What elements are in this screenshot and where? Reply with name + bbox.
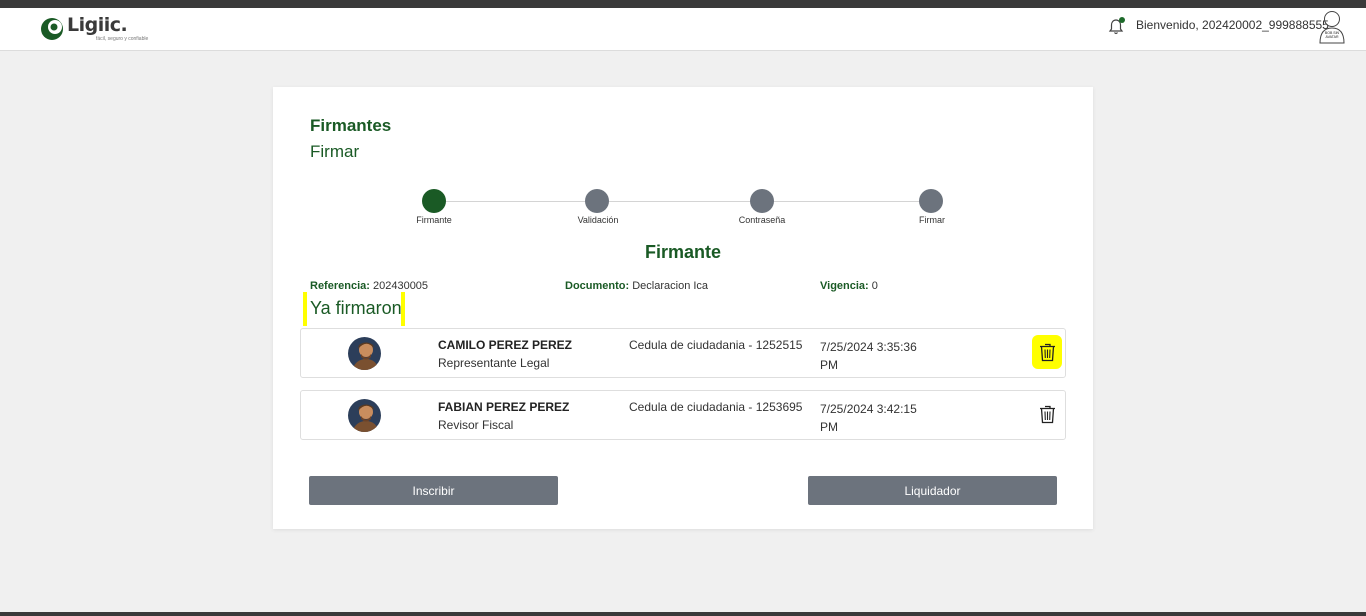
- highlight-mark-left: [303, 292, 307, 326]
- referencia-value: 202430005: [372, 280, 429, 292]
- step-label-contrasena: Contraseña: [738, 215, 786, 225]
- section-title: Firmante: [644, 242, 722, 262]
- page-subtitle: Firmar: [310, 142, 360, 161]
- step-dot-firmante[interactable]: [422, 189, 446, 213]
- documento-field: Documento: Declaracion Ica: [565, 280, 708, 292]
- logo-text: Ligiic.: [67, 14, 128, 36]
- referencia-label: Referencia:: [310, 280, 370, 292]
- firmantes-card: Firmantes Firmar Firmante Validación Con…: [273, 87, 1093, 529]
- documento-label: Documento:: [565, 280, 630, 292]
- liquidador-button[interactable]: Liquidador: [808, 476, 1057, 505]
- signer-row: CAMILO PEREZ PEREZ Representante Legal C…: [300, 328, 1066, 378]
- vigencia-label: Vigencia:: [820, 280, 869, 292]
- logo-mark-icon: [41, 18, 63, 40]
- signer-avatar: [348, 337, 381, 370]
- signer-role: Revisor Fiscal: [438, 418, 514, 432]
- notification-dot: [1119, 17, 1125, 23]
- logo-tagline: fácil, seguro y confiable: [96, 36, 149, 42]
- step-dot-validacion[interactable]: [585, 189, 609, 213]
- vigencia-value: 0: [871, 280, 878, 292]
- top-strip: [0, 0, 1366, 8]
- person-photo-icon: [348, 399, 381, 432]
- signer-date: 7/25/2024 3:42:15 PM: [820, 402, 917, 434]
- stepper-track: [434, 201, 931, 202]
- step-label-validacion: Validación: [577, 215, 619, 225]
- signer-name: CAMILO PEREZ PEREZ: [438, 338, 573, 352]
- step-label-firmar: Firmar: [919, 215, 945, 225]
- signer-avatar: [348, 399, 381, 432]
- referencia-field: Referencia: 202430005: [310, 280, 428, 292]
- ligiic-logo[interactable]: Ligiic. fácil, seguro y confiable: [40, 14, 160, 46]
- trash-icon: [1039, 405, 1055, 423]
- delete-signer-button[interactable]: [1032, 335, 1062, 369]
- signer-document: Cedula de ciudadania - 1252515: [629, 338, 803, 352]
- signer-role: Representante Legal: [438, 356, 550, 370]
- welcome-text: Bienvenido, 202420002_999888555: [1136, 18, 1329, 32]
- person-photo-icon: [348, 337, 381, 370]
- signer-document: Cedula de ciudadania - 1253695: [629, 400, 803, 414]
- signed-section-title: Ya firmaron: [310, 298, 402, 318]
- step-dot-firmar[interactable]: [919, 189, 943, 213]
- documento-value: Declaracion Ica: [632, 280, 709, 292]
- vigencia-field: Vigencia: 0: [820, 280, 878, 292]
- step-label-firmante: Firmante: [416, 215, 452, 225]
- bottom-strip: [0, 612, 1366, 616]
- signer-date: 7/25/2024 3:35:36 PM: [820, 340, 917, 372]
- inscribir-button[interactable]: Inscribir: [309, 476, 558, 505]
- signer-name: FABIAN PEREZ PEREZ: [438, 400, 570, 414]
- step-dot-contrasena[interactable]: [750, 189, 774, 213]
- signer-row: FABIAN PEREZ PEREZ Revisor Fiscal Cedula…: [300, 390, 1066, 440]
- page-title: Firmantes: [310, 116, 392, 135]
- avatar-caption: BOB SIN AVATAR: [1324, 31, 1340, 39]
- app-header: Ligiic. fácil, seguro y confiable Bienve…: [0, 8, 1366, 51]
- trash-icon: [1039, 343, 1055, 361]
- delete-signer-button[interactable]: [1032, 397, 1062, 431]
